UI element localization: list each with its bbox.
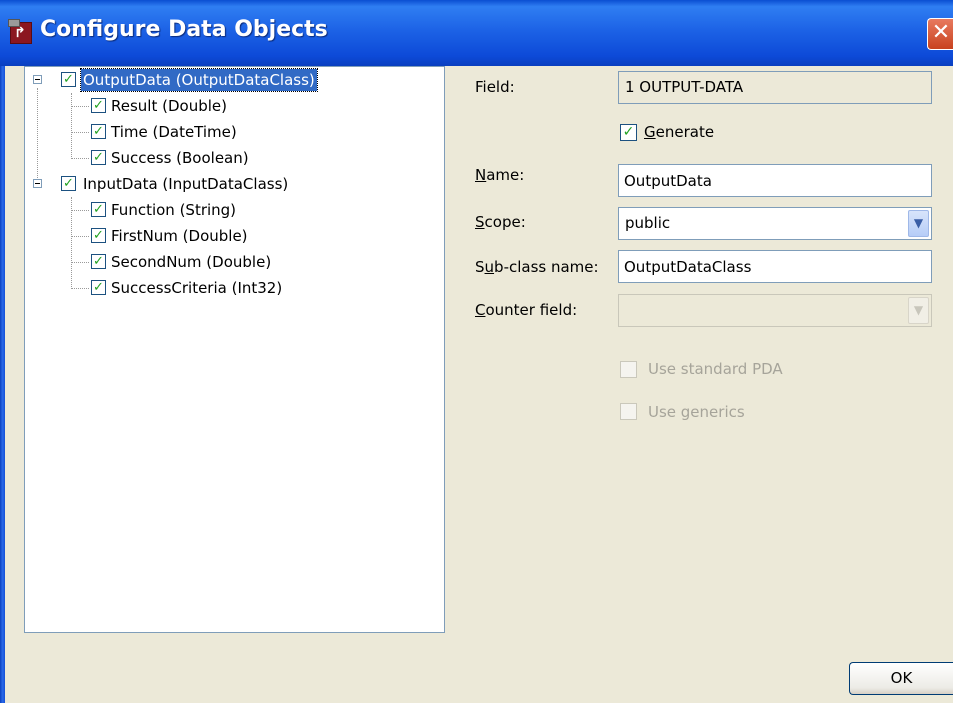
window-title: Configure Data Objects [40,17,328,42]
tree-node-label[interactable]: OutputData (OutputDataClass) [80,68,318,92]
tree-checkbox[interactable]: ✓ [91,98,106,113]
tree-node-label[interactable]: Result (Double) [111,95,227,117]
collapse-toggle[interactable] [33,179,42,188]
tree-node-label[interactable]: Time (DateTime) [111,121,237,143]
tree-connector [71,210,89,211]
scope-label: Scope: [475,213,526,231]
counter-field-select[interactable]: ▼ [618,294,932,327]
tree-checkbox[interactable]: ✓ [91,202,106,217]
tree-node-label[interactable]: FirstNum (Double) [111,225,248,247]
use-standard-pda-checkbox[interactable] [620,361,637,378]
tree-connector [71,106,89,107]
subclass-name-label: Sub-class name: [475,258,599,276]
subclass-name-input[interactable] [618,250,932,283]
tree-checkbox[interactable]: ✓ [61,72,76,87]
tree-node-label[interactable]: InputData (InputDataClass) [83,173,288,195]
app-icon[interactable]: ↱ [8,19,32,44]
use-generics-label[interactable]: Use generics [648,402,745,422]
use-standard-pda-label[interactable]: Use standard PDA [648,359,783,379]
tree-checkbox[interactable]: ✓ [91,280,106,295]
tree-connector [71,132,89,133]
title-bar[interactable]: ↱ Configure Data Objects ✕ [0,0,953,66]
chevron-down-icon[interactable]: ▼ [908,210,929,237]
generate-checkbox[interactable]: ✓ [620,124,637,141]
chevron-down-icon[interactable]: ▼ [908,297,929,324]
tree-checkbox[interactable]: ✓ [91,150,106,165]
tree-connector [71,158,89,159]
window-frame [0,66,5,703]
data-object-tree[interactable]: ✓ OutputData (OutputDataClass) ✓ Result … [24,66,445,633]
tree-checkbox[interactable]: ✓ [91,124,106,139]
field-label: Field: [475,78,515,96]
tree-checkbox[interactable]: ✓ [91,228,106,243]
ok-button[interactable]: OK [849,662,953,695]
counter-field-label: Counter field: [475,301,578,319]
close-button[interactable]: ✕ [927,18,953,50]
tree-checkbox[interactable]: ✓ [91,254,106,269]
tree-connector [71,93,72,159]
tree-node-label[interactable]: SecondNum (Double) [111,251,271,273]
tree-checkbox[interactable]: ✓ [61,176,76,191]
scope-select[interactable]: public ▼ [618,207,932,240]
use-generics-checkbox[interactable] [620,403,637,420]
tree-node-label[interactable]: Function (String) [111,199,236,221]
tree-node-label[interactable]: Success (Boolean) [111,147,249,169]
name-input[interactable] [618,164,932,197]
name-label: Name: [475,166,525,184]
tree-node-label[interactable]: SuccessCriteria (Int32) [111,277,282,299]
generate-label[interactable]: Generate [644,122,714,142]
field-value: 1 OUTPUT-DATA [618,71,932,104]
tree-connector [37,88,38,182]
tree-connector [71,262,89,263]
tree-connector [71,236,89,237]
scope-value: public [625,214,671,232]
collapse-toggle[interactable] [33,75,42,84]
tree-connector [71,288,89,289]
